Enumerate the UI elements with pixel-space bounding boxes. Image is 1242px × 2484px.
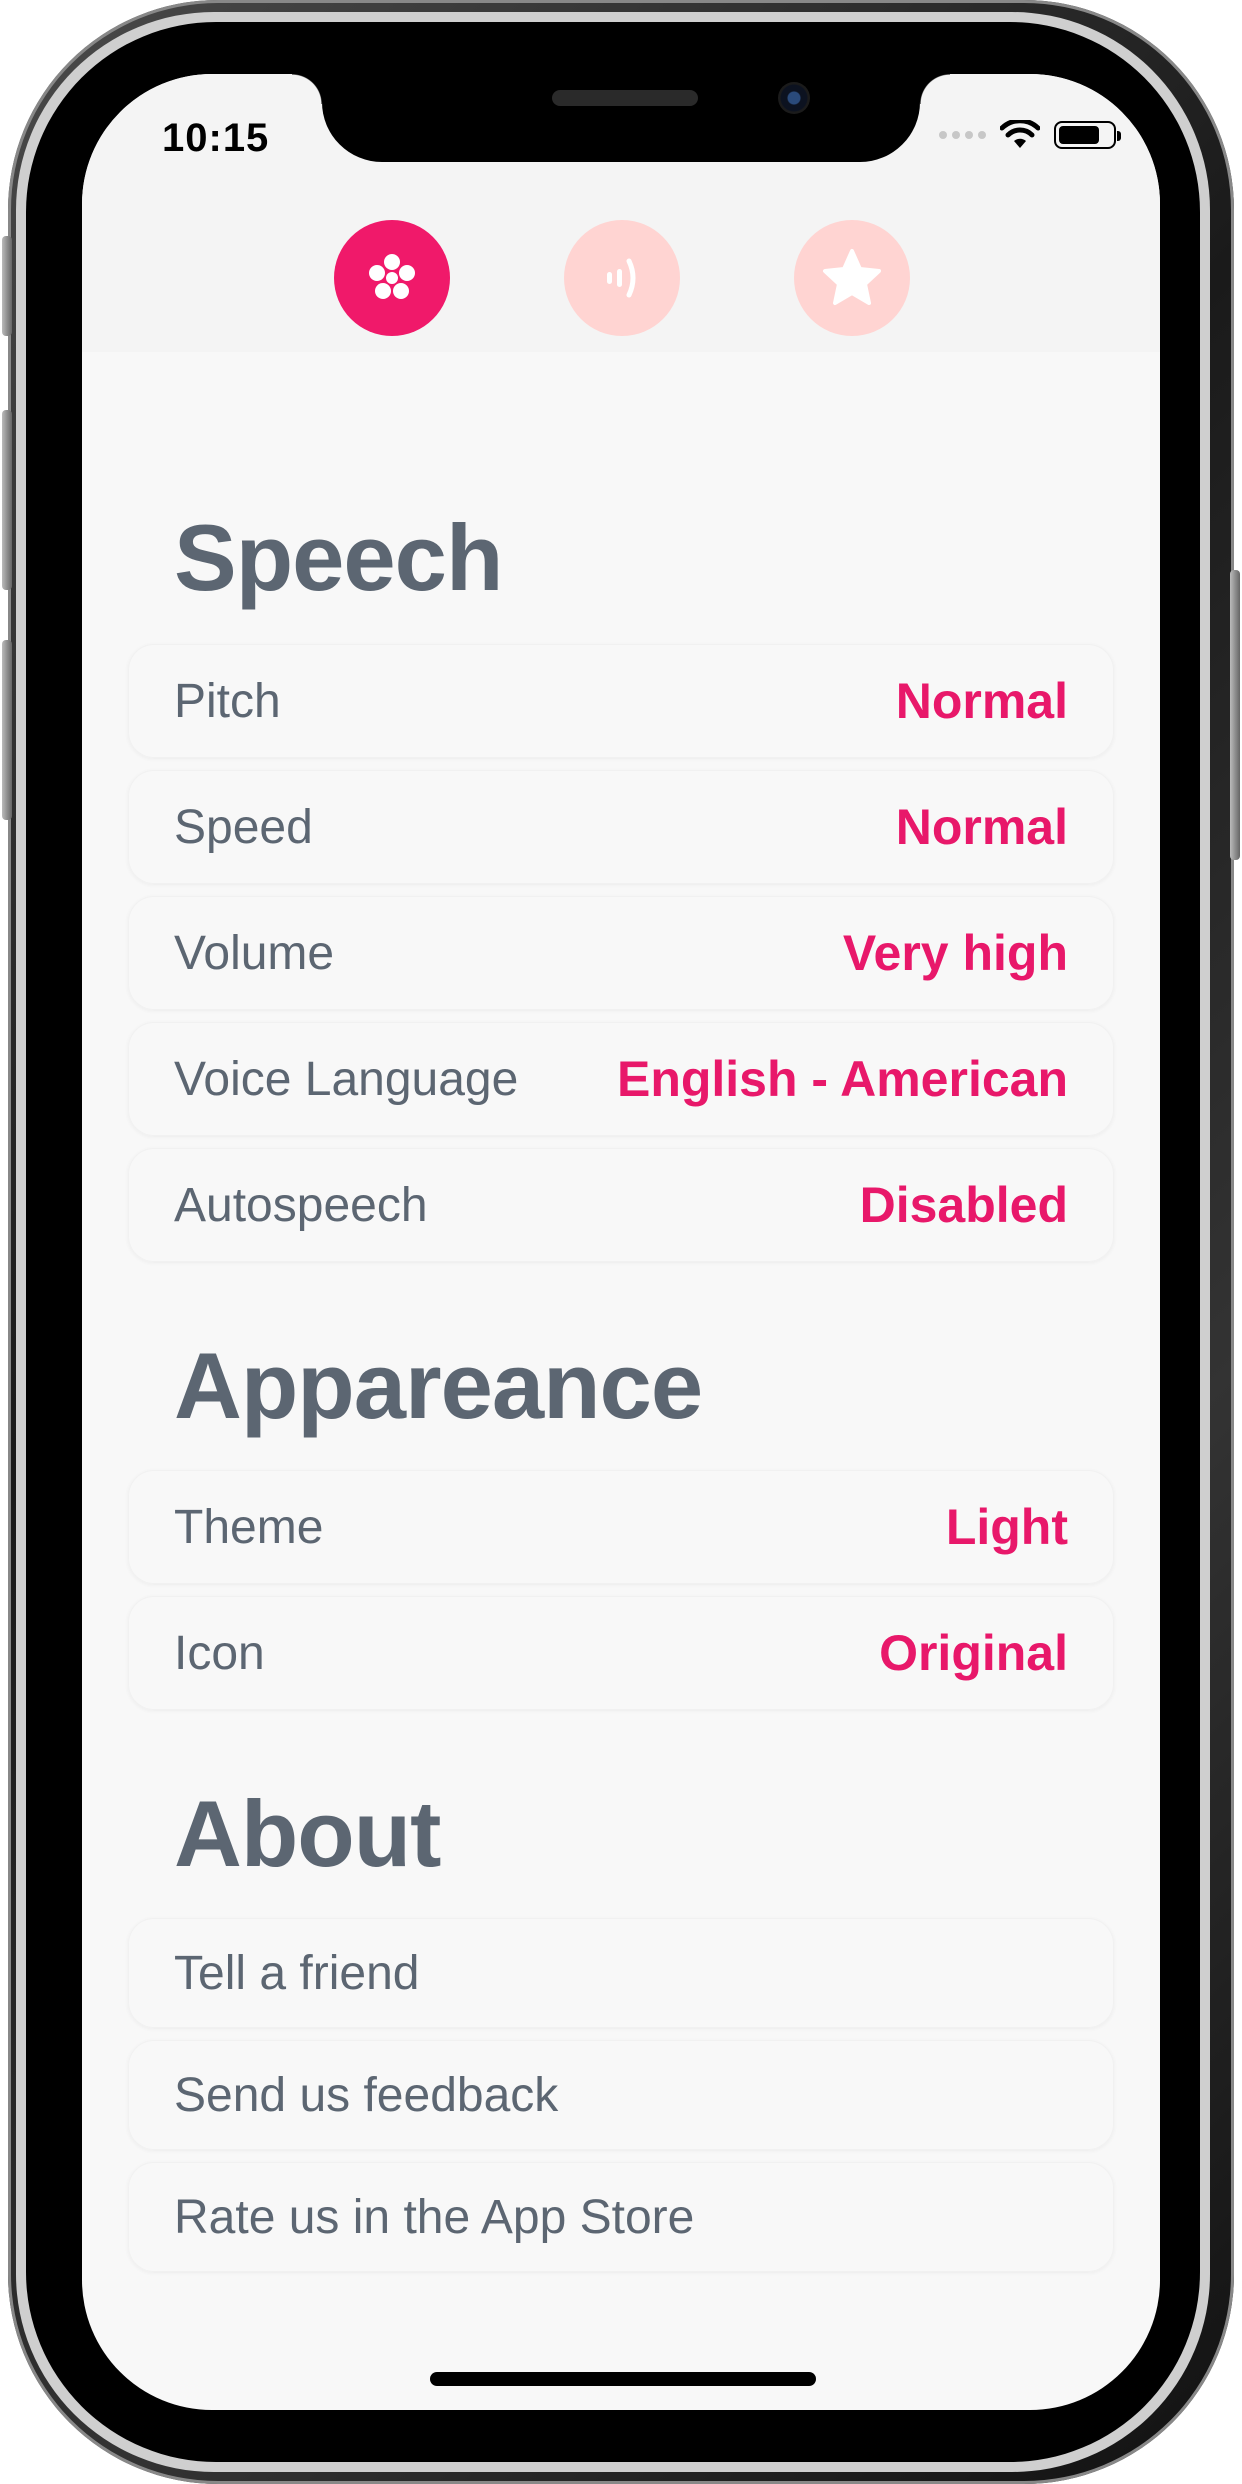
about-row-tell-a-friend[interactable]: Tell a friend bbox=[128, 1918, 1114, 2028]
setting-label: Icon bbox=[174, 1626, 265, 1680]
battery-icon bbox=[1054, 121, 1121, 149]
earpiece-speaker bbox=[552, 90, 698, 106]
setting-row-voice-language[interactable]: Voice Language English - American bbox=[128, 1022, 1114, 1136]
tab-speech[interactable] bbox=[564, 220, 680, 336]
setting-label: Pitch bbox=[174, 674, 281, 728]
wifi-icon bbox=[1000, 120, 1040, 148]
about-label: Tell a friend bbox=[174, 1946, 420, 2000]
front-camera bbox=[778, 82, 810, 114]
setting-value: Light bbox=[945, 1499, 1068, 1555]
setting-value: Original bbox=[879, 1625, 1068, 1681]
home-indicator[interactable] bbox=[430, 2372, 816, 2386]
about-label: Rate us in the App Store bbox=[174, 2190, 695, 2244]
star-icon bbox=[823, 249, 881, 305]
setting-label: Theme bbox=[174, 1500, 324, 1554]
about-label: Send us feedback bbox=[174, 2068, 559, 2122]
about-row-rate-app[interactable]: Rate us in the App Store bbox=[128, 2162, 1114, 2272]
setting-row-icon[interactable]: Icon Original bbox=[128, 1596, 1114, 1710]
setting-label: Speed bbox=[174, 800, 313, 854]
setting-value: English - American bbox=[616, 1051, 1068, 1107]
tab-favorites[interactable] bbox=[794, 220, 910, 336]
mute-switch bbox=[2, 236, 12, 336]
flower-icon bbox=[369, 254, 415, 299]
setting-row-theme[interactable]: Theme Light bbox=[128, 1470, 1114, 1584]
setting-value: Disabled bbox=[859, 1177, 1068, 1233]
status-time: 10:15 bbox=[162, 116, 270, 160]
section-title-speech: Speech bbox=[174, 505, 503, 610]
section-title-about: About bbox=[174, 1781, 441, 1886]
sound-wave-icon bbox=[607, 258, 636, 298]
volume-up-button bbox=[2, 410, 12, 590]
setting-value: Normal bbox=[895, 673, 1068, 729]
about-row-send-feedback[interactable]: Send us feedback bbox=[128, 2040, 1114, 2150]
tab-settings[interactable] bbox=[334, 220, 450, 336]
setting-value: Normal bbox=[895, 799, 1068, 855]
volume-down-button bbox=[2, 640, 12, 820]
status-icons bbox=[939, 120, 1121, 150]
power-button bbox=[1230, 570, 1240, 860]
app-screen: 10:15 Speech Pitch Normal Speed Normal V… bbox=[82, 74, 1160, 2410]
setting-row-pitch[interactable]: Pitch Normal bbox=[128, 644, 1114, 758]
signal-dots-icon bbox=[939, 131, 986, 139]
setting-label: Volume bbox=[174, 926, 335, 980]
notch bbox=[292, 74, 950, 162]
section-title-appearance: Appareance bbox=[174, 1333, 703, 1438]
setting-value: Very high bbox=[842, 925, 1068, 981]
setting-row-speed[interactable]: Speed Normal bbox=[128, 770, 1114, 884]
setting-row-autospeech[interactable]: Autospeech Disabled bbox=[128, 1148, 1114, 1262]
setting-label: Voice Language bbox=[174, 1052, 519, 1106]
setting-label: Autospeech bbox=[174, 1178, 428, 1232]
setting-row-volume[interactable]: Volume Very high bbox=[128, 896, 1114, 1010]
